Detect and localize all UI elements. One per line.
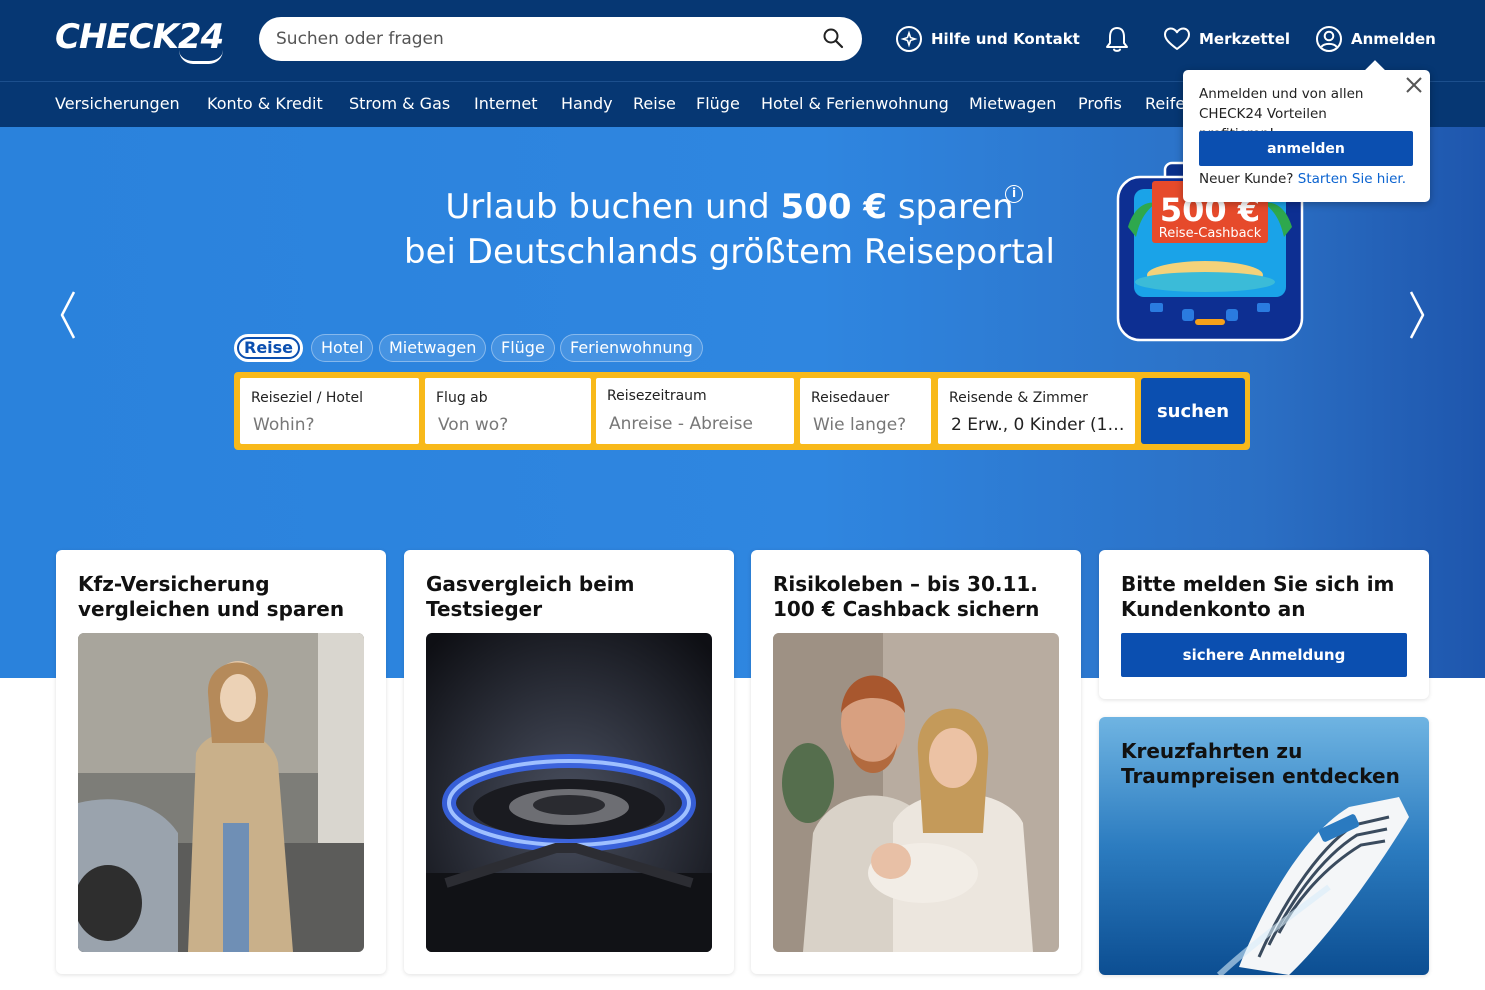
card-kreuzfahrten[interactable]: Kreuzfahrten zu Traumpreisen entdecken [1099,717,1429,975]
secure-login-button[interactable]: sichere Anmeldung [1121,633,1407,677]
check24-logo[interactable]: CHECK24 [55,18,230,64]
search-bar [259,17,862,61]
nav-item-fluege[interactable]: Flüge [696,94,740,113]
login-popup: Anmelden und von allen CHECK24 Vorteilen… [1183,60,1430,202]
user-icon [1316,26,1342,52]
nav-item-profis[interactable]: Profis [1078,94,1122,113]
help-contact-link[interactable]: Hilfe und Kontakt [895,22,1080,56]
login-label: Anmelden [1351,30,1436,48]
travellers-label: Reisende & Zimmer [949,390,1088,406]
wishlist-label: Merkzettel [1199,30,1291,48]
tab-hotel[interactable]: Hotel [311,334,374,362]
card-risiko-image [773,633,1059,952]
travel-period-placeholder: Anreise - Abreise [609,414,753,434]
travellers-field[interactable]: Reisende & Zimmer 2 Erw., 0 Kinder (1… [938,378,1135,444]
card-cruise-title: Kreuzfahrten zu Traumpreisen entdecken [1121,739,1400,788]
tab-ferienwohnung[interactable]: Ferienwohnung [560,334,703,362]
nav-item-mietwagen[interactable]: Mietwagen [969,94,1056,113]
duration-placeholder: Wie lange? [813,415,907,435]
notification-bell-icon[interactable] [1103,24,1131,54]
hero-title-post: sparen [887,187,1014,227]
duration-label: Reisedauer [811,390,890,406]
nav-item-hotel[interactable]: Hotel & Ferienwohnung [761,94,949,113]
duration-field[interactable]: Reisedauer Wie lange? [800,378,931,444]
new-customer-link[interactable]: Starten Sie hier. [1298,171,1406,187]
card-account-title: Bitte melden Sie sich im Kundenkonto an [1121,572,1395,621]
info-icon[interactable]: i [1005,185,1023,203]
card-risikoleben[interactable]: Risikoleben – bis 30.11. 100 € Cashback … [751,550,1081,974]
hero-title-pre: Urlaub buchen und [445,187,781,227]
carousel-next-arrow-icon[interactable] [1407,290,1427,340]
nav-item-internet[interactable]: Internet [474,94,538,113]
destination-field[interactable]: Reiseziel / Hotel Wohin? [240,378,419,444]
card-gas-image [426,633,712,952]
badge-label: Reise-Cashback [1159,226,1262,241]
logo-smile-icon [179,50,223,64]
search-submit-button[interactable]: suchen [1141,378,1245,444]
popup-new-customer: Neuer Kunde? Starten Sie hier. [1199,171,1406,187]
nav-item-reise[interactable]: Reise [633,94,676,113]
card-gasvergleich[interactable]: Gasvergleich beim Testsieger [404,550,734,974]
card-risiko-title: Risikoleben – bis 30.11. 100 € Cashback … [773,572,1040,621]
carousel-prev-arrow-icon[interactable] [58,290,78,340]
wishlist-link[interactable]: Merkzettel [1163,22,1290,56]
nav-item-strom-gas[interactable]: Strom & Gas [349,94,450,113]
card-kfz-versicherung[interactable]: Kfz-Versicherung vergleichen und sparen [56,550,386,974]
close-icon[interactable] [1405,76,1423,94]
nav-item-handy[interactable]: Handy [561,94,613,113]
departure-placeholder: Von wo? [438,415,509,435]
card-kfz-image [78,633,364,952]
nav-item-reifen[interactable]: Reife [1145,94,1185,113]
travel-period-field[interactable]: Reisezeitraum Anreise - Abreise [596,378,794,444]
destination-placeholder: Wohin? [253,415,315,435]
departure-field[interactable]: Flug ab Von wo? [425,378,591,444]
search-input[interactable] [276,17,816,61]
hero-title-amount: 500 € [780,187,888,227]
card-account-login: Bitte melden Sie sich im Kundenkonto an … [1099,550,1429,699]
tab-fluege[interactable]: Flüge [491,334,555,362]
popup-login-button[interactable]: anmelden [1199,131,1413,166]
destination-label: Reiseziel / Hotel [251,390,363,406]
help-contact-label: Hilfe und Kontakt [931,30,1080,48]
login-link[interactable]: Anmelden [1315,22,1436,56]
tab-reise[interactable]: Reise [234,334,304,362]
card-gas-title: Gasvergleich beim Testsieger [426,572,635,621]
nav-item-konto-kredit[interactable]: Konto & Kredit [207,94,323,113]
card-kfz-title: Kfz-Versicherung vergleichen und sparen [78,572,345,621]
tab-mietwagen[interactable]: Mietwagen [379,334,487,362]
header-bar: CHECK24 Hilfe und Kontakt Merkzettel Anm… [0,0,1485,81]
travel-search-form: Reiseziel / Hotel Wohin? Flug ab Von wo?… [234,372,1250,450]
heart-icon [1164,27,1190,50]
search-icon[interactable] [822,27,844,49]
new-customer-text: Neuer Kunde? [1199,171,1294,187]
help-sparkle-icon [896,26,922,52]
nav-item-versicherungen[interactable]: Versicherungen [55,94,180,113]
tab-active-outline [237,337,301,359]
travel-period-label: Reisezeitraum [607,388,707,404]
travellers-value: 2 Erw., 0 Kinder (1… [951,415,1125,435]
departure-label: Flug ab [436,390,488,406]
